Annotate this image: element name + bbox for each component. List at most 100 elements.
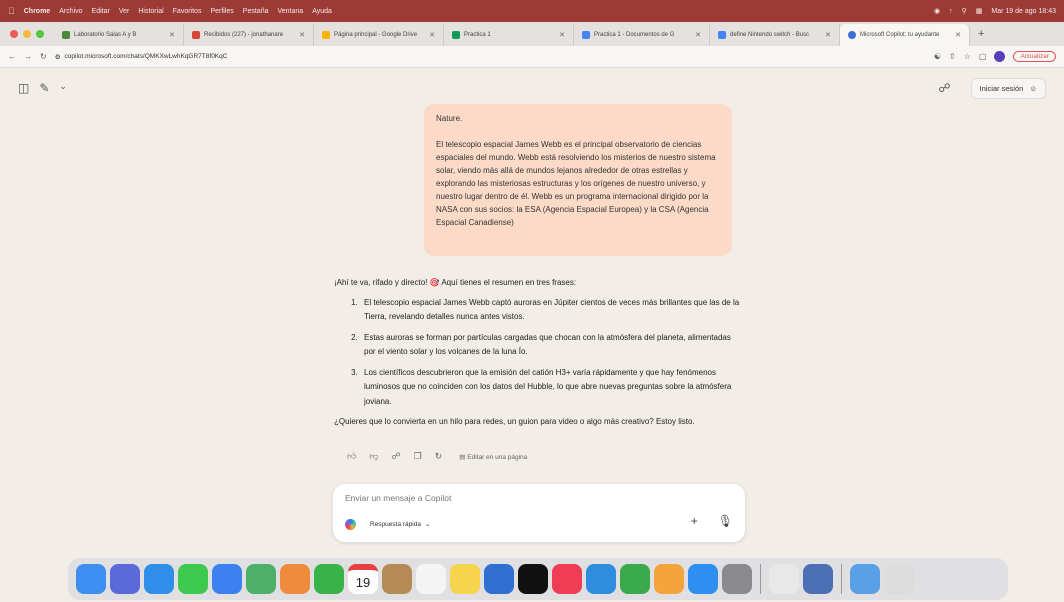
- thumbs-up-icon[interactable]: 👍︎: [347, 451, 356, 462]
- tab-label: Página principal - Google Drive: [334, 32, 418, 38]
- signin-label: Iniciar sesión: [979, 83, 1024, 93]
- contacts-icon[interactable]: [382, 564, 412, 594]
- chevron-down-icon[interactable]: ⌄: [59, 81, 67, 95]
- menu-historial[interactable]: Historial: [138, 8, 163, 15]
- message-input[interactable]: Enviar un mensaje a Copilot: [345, 493, 725, 503]
- tab-google-search[interactable]: define Nintendo switch - Busc ✕: [710, 24, 840, 46]
- menu-ventana[interactable]: Ventana: [277, 8, 303, 15]
- copilot-reply: ¡Ahí te va, rifado y directo! 🎯 Aquí tie…: [334, 276, 744, 430]
- close-tab-icon[interactable]: ✕: [165, 31, 175, 39]
- music-icon[interactable]: [552, 564, 582, 594]
- composer-tools: Respuesta rápida ⌄: [345, 517, 436, 531]
- close-tab-icon[interactable]: ✕: [295, 31, 305, 39]
- tab-laboratorio[interactable]: Laboratorio Salas A y B ✕: [54, 24, 184, 46]
- close-tab-icon[interactable]: ✕: [425, 31, 435, 39]
- zoom-window-icon[interactable]: [36, 30, 44, 38]
- microphone-icon[interactable]: 🎙︎: [718, 514, 733, 528]
- back-icon[interactable]: ←: [8, 52, 16, 61]
- tab-label: Practica 1: [464, 32, 491, 38]
- record-icon[interactable]: ◉: [934, 7, 940, 15]
- sidebar-toggle-icon[interactable]: ◫: [18, 81, 29, 95]
- finder-icon[interactable]: [76, 564, 106, 594]
- close-window-icon[interactable]: [10, 30, 18, 38]
- pages-icon[interactable]: [654, 564, 684, 594]
- downloads-icon[interactable]: [850, 564, 880, 594]
- profile-avatar-icon[interactable]: [994, 51, 1006, 62]
- keynote-icon[interactable]: [586, 564, 616, 594]
- freeform-icon[interactable]: [484, 564, 514, 594]
- new-tab-icon[interactable]: +: [970, 28, 992, 40]
- menubar-datetime[interactable]: Mar 19 de ago 18:43: [991, 8, 1056, 15]
- tab-label: Practica 1 - Documentos de G: [594, 32, 675, 38]
- reply-follow-up: ¿Quieres que lo convierta en un hilo par…: [334, 417, 695, 426]
- reload-icon[interactable]: ↻: [40, 52, 47, 61]
- menu-ayuda[interactable]: Ayuda: [312, 8, 332, 15]
- forward-icon[interactable]: →: [24, 52, 32, 61]
- translate-icon[interactable]: ☯: [934, 52, 941, 61]
- share-reply-icon[interactable]: ☍: [392, 451, 401, 462]
- share-chat-icon[interactable]: ☍: [938, 81, 950, 95]
- message-composer: Enviar un mensaje a Copilot Respuesta rá…: [333, 484, 745, 542]
- tab-gmail[interactable]: Recibidos (227) - jonathanare ✕: [184, 24, 314, 46]
- preview-icon[interactable]: [803, 564, 833, 594]
- close-tab-icon[interactable]: ✕: [555, 31, 565, 39]
- menu-ver[interactable]: Ver: [119, 8, 130, 15]
- minimize-window-icon[interactable]: [23, 30, 31, 38]
- trash-icon[interactable]: [884, 564, 914, 594]
- notes-icon[interactable]: [450, 564, 480, 594]
- close-tab-icon[interactable]: ✕: [951, 31, 961, 39]
- settings-icon[interactable]: [722, 564, 752, 594]
- messages-icon[interactable]: [178, 564, 208, 594]
- sheets-icon: [452, 31, 460, 39]
- copy-icon[interactable]: ❐: [414, 451, 422, 462]
- numbers-icon[interactable]: [620, 564, 650, 594]
- apple-icon[interactable]: : [8, 6, 15, 16]
- address-field[interactable]: ⚙ copilot.microsoft.com/chats/QMKXwLwhKq…: [55, 53, 926, 61]
- signin-button[interactable]: Iniciar sesión ☺: [970, 77, 1046, 99]
- dock-separator: [760, 564, 761, 594]
- photos-icon[interactable]: [280, 564, 310, 594]
- search-icon[interactable]: ⚲: [962, 7, 967, 15]
- sidepanel-icon[interactable]: ▢: [979, 52, 987, 61]
- control-center-icon[interactable]: ▦: [976, 7, 983, 15]
- regenerate-icon[interactable]: ↻: [435, 451, 443, 462]
- tab-google-drive[interactable]: Página principal - Google Drive ✕: [314, 24, 444, 46]
- safari-icon[interactable]: [144, 564, 174, 594]
- tab-practica-1[interactable]: Practica 1 ✕: [444, 24, 574, 46]
- add-attachment-icon[interactable]: +: [691, 514, 698, 528]
- menu-perfiles[interactable]: Perfiles: [210, 8, 233, 15]
- share-icon[interactable]: ⇧: [949, 52, 956, 61]
- menu-editar[interactable]: Editar: [92, 8, 110, 15]
- copilot-header: ◫ ✎ ⌄ ☍ Iniciar sesión ☺: [0, 68, 1064, 108]
- close-tab-icon[interactable]: ✕: [691, 31, 701, 39]
- copilot-icon: [848, 31, 856, 39]
- user-icon: ☺: [1029, 83, 1037, 93]
- menu-pestana[interactable]: Pestaña: [243, 8, 269, 15]
- menu-favoritos[interactable]: Favoritos: [173, 8, 202, 15]
- app-store-icon[interactable]: [688, 564, 718, 594]
- docs-icon: [582, 31, 590, 39]
- reminders-icon[interactable]: [416, 564, 446, 594]
- chrome-icon[interactable]: [769, 564, 799, 594]
- mail-icon[interactable]: [212, 564, 242, 594]
- tv-icon[interactable]: [518, 564, 548, 594]
- edit-in-page-button[interactable]: ▤ Editar en una página: [459, 453, 527, 461]
- reply-list-item: El telescopio espacial James Webb captó …: [360, 296, 744, 325]
- update-button[interactable]: Actualizar: [1013, 51, 1056, 62]
- bookmark-star-icon[interactable]: ☆: [964, 52, 971, 61]
- chevron-down-icon: ⌄: [424, 521, 431, 528]
- menu-archivo[interactable]: Archivo: [59, 8, 82, 15]
- tab-practica-1-docs[interactable]: Practica 1 - Documentos de G ✕: [574, 24, 710, 46]
- bluetooth-icon[interactable]: ↑: [949, 8, 953, 15]
- tab-copilot[interactable]: Microsoft Copilot: tu ayudante ✕: [840, 24, 970, 46]
- maps-icon[interactable]: [246, 564, 276, 594]
- response-mode-dropdown[interactable]: Respuesta rápida ⌄: [364, 517, 436, 531]
- new-chat-icon[interactable]: ✎: [39, 81, 49, 95]
- calendar-icon[interactable]: 19: [348, 564, 378, 594]
- menubar-app-name[interactable]: Chrome: [24, 8, 50, 15]
- facetime-icon[interactable]: [314, 564, 344, 594]
- site-info-icon[interactable]: ⚙: [55, 53, 61, 61]
- thumbs-down-icon[interactable]: 👎︎: [369, 451, 378, 462]
- close-tab-icon[interactable]: ✕: [821, 31, 831, 39]
- launchpad-icon[interactable]: [110, 564, 140, 594]
